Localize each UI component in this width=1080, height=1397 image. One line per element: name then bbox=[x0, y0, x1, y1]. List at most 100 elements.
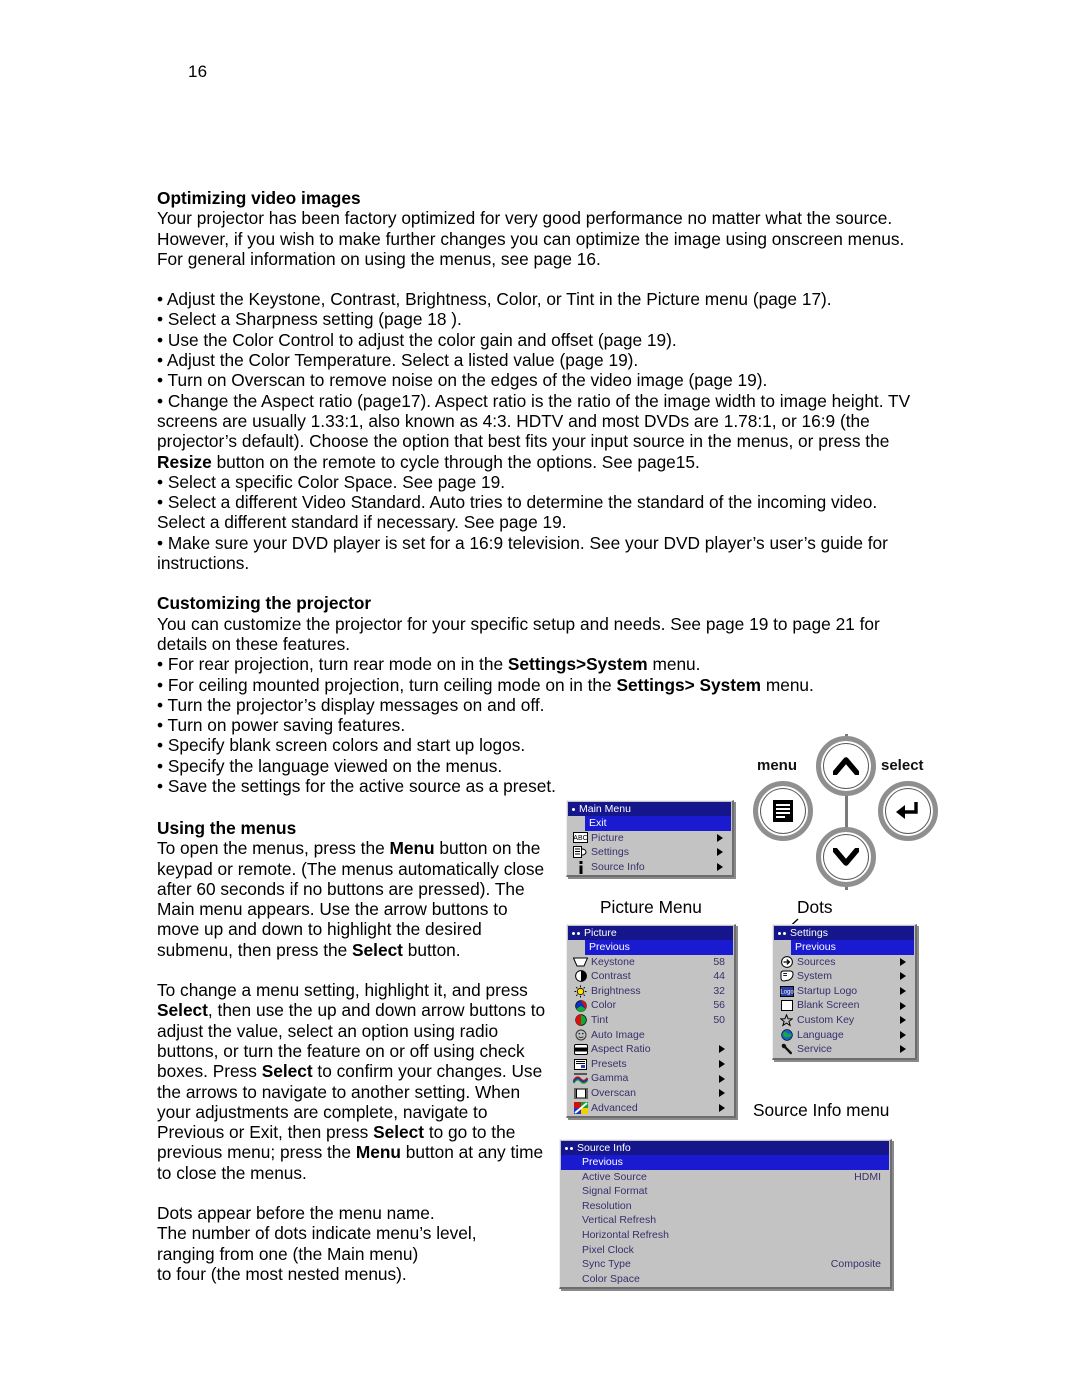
customizing-heading: Customizing the projector bbox=[157, 593, 372, 614]
source-info-menu-callout: Source Info menu bbox=[753, 1100, 890, 1120]
dots-callout: Dots bbox=[797, 897, 833, 917]
list-item-aspect-ratio: • Change the Aspect ratio (page17). Aspe… bbox=[157, 391, 922, 472]
menu-bold-1: Menu bbox=[389, 838, 435, 859]
chevron-right-icon bbox=[717, 848, 723, 857]
menu-item-startup-logo[interactable]: Logo Startup Logo bbox=[774, 984, 914, 999]
menu-item-advanced[interactable]: Advanced bbox=[568, 1101, 733, 1116]
menu-item-tint[interactable]: Tint 50 bbox=[568, 1013, 733, 1028]
main-menu-title-bar: Main Menu bbox=[568, 802, 731, 816]
source-info-menu-osd: Source Info Previous Active Source HDMI … bbox=[559, 1139, 892, 1290]
menu-item-label: Settings bbox=[591, 846, 629, 859]
main-menu-title: Main Menu bbox=[579, 803, 631, 815]
blank-screen-icon bbox=[778, 1000, 795, 1012]
info-row-sync-type: Sync Type Composite bbox=[561, 1257, 889, 1272]
info-row-label: Signal Format bbox=[582, 1185, 648, 1198]
dots-explanation: Dots appear before the menu name. The nu… bbox=[157, 1203, 477, 1284]
info-row-label: Active Source bbox=[582, 1170, 647, 1183]
p1-c: button. bbox=[402, 939, 461, 960]
menu-item-label: Source Info bbox=[591, 860, 645, 873]
menu-item-previous[interactable]: Previous bbox=[585, 940, 733, 955]
list-item: • Turn the projector’s display messages … bbox=[157, 694, 545, 715]
menu-item-source-info[interactable]: Source Info bbox=[568, 860, 731, 875]
select-button[interactable] bbox=[878, 781, 938, 841]
optimizing-intro: Your projector has been factory optimize… bbox=[157, 208, 905, 269]
menu-item-label: Blank Screen bbox=[797, 999, 860, 1012]
menu-item-label: Custom Key bbox=[797, 1013, 855, 1026]
menu-item-settings[interactable]: Settings bbox=[568, 845, 731, 860]
info-row-value: HDMI bbox=[854, 1170, 881, 1183]
menu-item-picture[interactable]: ABC Picture bbox=[568, 831, 731, 846]
gamma-icon bbox=[572, 1073, 589, 1085]
level-dots bbox=[572, 931, 580, 935]
chevron-right-icon bbox=[719, 1089, 725, 1098]
svg-text:ABC: ABC bbox=[573, 835, 587, 842]
rear-pre: • For rear projection, turn rear mode on… bbox=[157, 654, 508, 675]
menu-item-label: Service bbox=[797, 1043, 833, 1056]
presets-icon bbox=[572, 1058, 589, 1070]
menu-item-sources[interactable]: Sources bbox=[774, 955, 914, 970]
menu-item-service[interactable]: Service bbox=[774, 1042, 914, 1057]
menu-item-auto-image[interactable]: Auto Image bbox=[568, 1028, 733, 1043]
menu-item-custom-key[interactable]: Custom Key bbox=[774, 1013, 914, 1028]
chevron-right-icon bbox=[900, 1016, 906, 1025]
page-number: 16 bbox=[188, 62, 208, 81]
p1-a: To open the menus, press the bbox=[157, 838, 390, 859]
menu-item-label: Picture bbox=[591, 831, 624, 844]
menu-item-keystone[interactable]: Keystone 58 bbox=[568, 955, 733, 970]
globe-icon bbox=[778, 1029, 795, 1041]
list-item-rear-projection: • For rear projection, turn rear mode on… bbox=[157, 654, 922, 674]
menu-item-presets[interactable]: Presets bbox=[568, 1057, 733, 1072]
auto-image-icon bbox=[572, 1029, 589, 1041]
settings-menu-osd: Settings Previous Sources System Logo St… bbox=[772, 924, 917, 1060]
menu-item-color[interactable]: Color 56 bbox=[568, 998, 733, 1013]
chevron-right-icon bbox=[717, 863, 723, 872]
list-item: • Select a specific Color Space. See pag… bbox=[157, 471, 506, 492]
keypad-diagram: menu select bbox=[746, 732, 946, 892]
overscan-icon bbox=[572, 1087, 589, 1099]
down-arrow-button[interactable] bbox=[816, 827, 876, 887]
up-arrow-button[interactable] bbox=[816, 736, 876, 796]
contrast-icon bbox=[572, 970, 589, 983]
menu-item-overscan[interactable]: Overscan bbox=[568, 1086, 733, 1101]
tint-icon bbox=[572, 1014, 589, 1027]
chevron-right-icon bbox=[719, 1045, 725, 1054]
menu-button[interactable] bbox=[753, 781, 813, 841]
menu-item-aspect-ratio[interactable]: Aspect Ratio bbox=[568, 1042, 733, 1057]
menu-item-previous[interactable]: Previous bbox=[561, 1155, 889, 1170]
chevron-down-icon bbox=[833, 848, 859, 866]
chevron-right-icon bbox=[900, 1001, 906, 1010]
menu-item-label: Startup Logo bbox=[797, 984, 858, 997]
aspect-text-post: button on the remote to cycle through th… bbox=[211, 451, 700, 472]
main-menu-osd: Main Menu Exit ABC Picture Settings Sour… bbox=[566, 800, 734, 878]
brightness-icon bbox=[572, 985, 589, 998]
list-item: • Make sure your DVD player is set for a… bbox=[157, 532, 888, 574]
menu-item-contrast[interactable]: Contrast 44 bbox=[568, 969, 733, 984]
menu-bold-2: Menu bbox=[355, 1142, 401, 1163]
menu-item-label: Overscan bbox=[591, 1086, 636, 1099]
menu-item-brightness[interactable]: Brightness 32 bbox=[568, 984, 733, 999]
menu-item-label: Previous bbox=[582, 1156, 623, 1168]
menu-item-language[interactable]: Language bbox=[774, 1028, 914, 1043]
customizing-intro: You can customize the projector for your… bbox=[157, 613, 880, 654]
settings-menu-title-bar: Settings bbox=[774, 926, 914, 940]
picture-menu-callout: Picture Menu bbox=[600, 897, 702, 917]
menu-item-exit[interactable]: Exit bbox=[585, 816, 731, 831]
menu-item-previous[interactable]: Previous bbox=[791, 940, 914, 955]
menu-item-gamma[interactable]: Gamma bbox=[568, 1071, 733, 1086]
ceiling-pre: • For ceiling mounted projection, turn c… bbox=[157, 674, 617, 695]
menu-item-value: 44 bbox=[713, 970, 725, 983]
chevron-right-icon bbox=[717, 833, 723, 842]
menu-item-label: Aspect Ratio bbox=[591, 1043, 651, 1056]
menu-item-blank-screen[interactable]: Blank Screen bbox=[774, 998, 914, 1013]
menu-item-value: 50 bbox=[713, 1013, 725, 1026]
menu-item-label: Tint bbox=[591, 1013, 609, 1026]
settings-system-bold: Settings>System bbox=[507, 654, 648, 675]
chevron-right-icon bbox=[900, 1045, 906, 1054]
menu-item-system[interactable]: System bbox=[774, 969, 914, 984]
level-dots bbox=[572, 807, 575, 811]
using-menus-heading: Using the menus bbox=[157, 818, 297, 838]
menu-item-label: Advanced bbox=[591, 1101, 638, 1114]
info-row-horizontal-refresh: Horizontal Refresh bbox=[561, 1228, 889, 1243]
select-button-label: select bbox=[881, 757, 924, 774]
chevron-right-icon bbox=[900, 1030, 906, 1039]
